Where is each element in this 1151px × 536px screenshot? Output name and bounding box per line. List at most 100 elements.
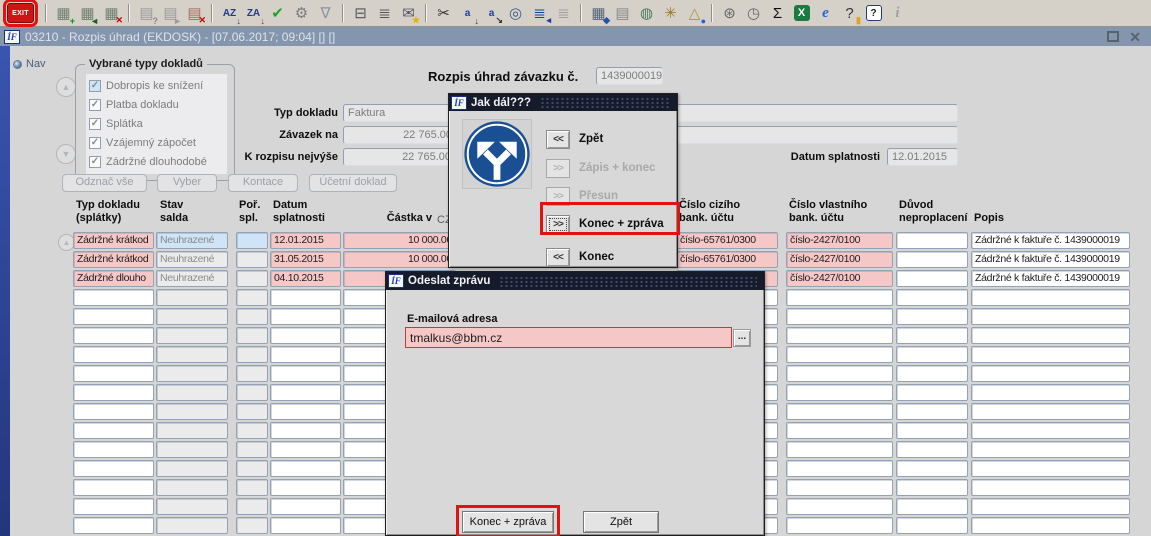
table-cell-typ[interactable] bbox=[73, 289, 154, 306]
table-cell-datum[interactable] bbox=[270, 384, 341, 401]
table-cell-por[interactable] bbox=[236, 498, 268, 515]
table-cell-stav[interactable] bbox=[156, 498, 228, 515]
table-cell-datum[interactable] bbox=[270, 479, 341, 496]
table-cell-popis[interactable] bbox=[971, 365, 1130, 382]
table-cell-stav[interactable] bbox=[156, 517, 228, 534]
table-cell-duvod[interactable] bbox=[896, 289, 968, 306]
delete-card-icon[interactable]: ▤✕ bbox=[184, 2, 205, 24]
table-cell-vlastni[interactable]: číslo-2427/0100 bbox=[786, 251, 893, 268]
table-cell-duvod[interactable] bbox=[896, 498, 968, 515]
table-cell-popis[interactable] bbox=[971, 498, 1130, 515]
table-cell-stav[interactable]: Neuhrazené bbox=[156, 270, 228, 287]
sort-asc-icon[interactable]: AZ↓ bbox=[219, 2, 240, 24]
table-cell-popis[interactable]: Zádržné k faktuře č. 1439000019 bbox=[971, 270, 1130, 287]
table-cell-typ[interactable]: Zádržné krátkod bbox=[73, 232, 154, 249]
table-cell-vlastni[interactable]: číslo-2427/0100 bbox=[786, 232, 893, 249]
help-context-icon[interactable]: ?▮ bbox=[839, 2, 860, 24]
table-cell-stav[interactable] bbox=[156, 403, 228, 420]
table-cell-por[interactable] bbox=[236, 327, 268, 344]
table-cell-duvod[interactable] bbox=[896, 270, 968, 287]
table-cell-datum[interactable]: 31.05.2015 bbox=[270, 251, 341, 268]
edit-record-icon[interactable]: ▦◄ bbox=[77, 2, 98, 24]
table-cell-stav[interactable]: Neuhrazené bbox=[156, 251, 228, 268]
action-button-vyber[interactable]: Vyber bbox=[157, 174, 217, 192]
dialog-button-konec-zpr-va[interactable]: >>Konec + zpráva bbox=[546, 214, 664, 234]
find-icon[interactable]: ◎ bbox=[505, 2, 526, 24]
table-cell-por[interactable] bbox=[236, 479, 268, 496]
table-cell-popis[interactable] bbox=[971, 403, 1130, 420]
zpet-button[interactable]: Zpět bbox=[583, 511, 659, 533]
scroll-up-icon[interactable]: ▲ bbox=[56, 77, 76, 97]
table-cell-duvod[interactable] bbox=[896, 441, 968, 458]
table-cell-castka[interactable]: 10 000.00 bbox=[343, 232, 456, 249]
outline-list-icon[interactable]: ≣◂ bbox=[529, 2, 550, 24]
table-cell-typ[interactable] bbox=[73, 327, 154, 344]
table-cell-datum[interactable] bbox=[270, 403, 341, 420]
table-cell-datum[interactable] bbox=[270, 422, 341, 439]
helm-wheel-icon[interactable]: ✳ bbox=[660, 2, 681, 24]
table-cell-popis[interactable]: Zádržné k faktuře č. 1439000019 bbox=[971, 232, 1130, 249]
close-icon[interactable]: ✕ bbox=[1129, 31, 1141, 43]
k-rozpisu-field[interactable]: 22 765.00 bbox=[343, 148, 456, 166]
table-cell-stav[interactable] bbox=[156, 384, 228, 401]
table-cell-typ[interactable]: Zádržné dlouho bbox=[73, 270, 154, 287]
dialog-button-zp-t[interactable]: <<Zpět bbox=[546, 129, 603, 149]
table-cell-duvod[interactable] bbox=[896, 460, 968, 477]
table-cell-datum[interactable] bbox=[270, 327, 341, 344]
table-cell-popis[interactable] bbox=[971, 384, 1130, 401]
table-cell-por[interactable] bbox=[236, 270, 268, 287]
action-button-kontace[interactable]: Kontace bbox=[228, 174, 298, 192]
print-all-icon[interactable]: ≣ bbox=[374, 2, 395, 24]
table-cell-typ[interactable] bbox=[73, 422, 154, 439]
table-cell-datum[interactable] bbox=[270, 289, 341, 306]
doc-number-field[interactable]: 1439000019 bbox=[596, 67, 663, 85]
table-cell-cizi[interactable]: číslo-65761/0300 bbox=[676, 232, 778, 249]
table-cell-por[interactable] bbox=[236, 441, 268, 458]
checkbox-checked-icon[interactable]: ✓ bbox=[89, 156, 101, 168]
table-cell-typ[interactable] bbox=[73, 365, 154, 382]
table-cell-vlastni[interactable] bbox=[786, 479, 893, 496]
table-cell-datum[interactable] bbox=[270, 460, 341, 477]
table-cell-duvod[interactable] bbox=[896, 327, 968, 344]
konec-zprava-button[interactable]: Konec + zpráva bbox=[462, 511, 554, 533]
table-cell-vlastni[interactable] bbox=[786, 327, 893, 344]
jak-dal-titlebar[interactable]: ÍF Jak dál??? bbox=[449, 94, 677, 111]
table-cell-stav[interactable] bbox=[156, 479, 228, 496]
print-icon[interactable]: ⊟ bbox=[350, 2, 371, 24]
time-calc-icon[interactable]: ◷ bbox=[743, 2, 764, 24]
cut-icon[interactable]: ✂ bbox=[433, 2, 454, 24]
table-cell-stav[interactable] bbox=[156, 308, 228, 325]
table-cell-vlastni[interactable] bbox=[786, 403, 893, 420]
help-box-icon[interactable]: ? bbox=[863, 2, 884, 24]
table-cell-typ[interactable] bbox=[73, 498, 154, 515]
table-cell-por[interactable] bbox=[236, 403, 268, 420]
table-cell-datum[interactable] bbox=[270, 365, 341, 382]
tree-view-icon[interactable]: ≣ bbox=[553, 2, 574, 24]
action-button-odzna-v-e[interactable]: Odznač vše bbox=[62, 174, 147, 192]
table-cell-datum[interactable] bbox=[270, 308, 341, 325]
table-cell-duvod[interactable] bbox=[896, 403, 968, 420]
table-cell-por[interactable] bbox=[236, 346, 268, 363]
datum-splatnosti-field[interactable]: 12.01.2015 bbox=[887, 148, 958, 166]
dialog-button-konec[interactable]: <<Konec bbox=[546, 247, 614, 267]
checkbox-checked-icon[interactable]: ✓ bbox=[89, 137, 101, 149]
table-cell-typ[interactable] bbox=[73, 517, 154, 534]
table-cell-por[interactable] bbox=[236, 289, 268, 306]
table-cell-stav[interactable] bbox=[156, 346, 228, 363]
table-cell-datum[interactable] bbox=[270, 498, 341, 515]
table-cell-cizi[interactable]: číslo-65761/0300 bbox=[676, 251, 778, 268]
filter-funnel-icon[interactable]: ∇ bbox=[315, 2, 336, 24]
paste-text-icon[interactable]: a↘ bbox=[481, 2, 502, 24]
table-cell-typ[interactable]: Zádržné krátkod bbox=[73, 251, 154, 268]
preview-person-icon[interactable]: ⊛ bbox=[719, 2, 740, 24]
table-cell-castka[interactable]: 10 000.00 bbox=[343, 251, 456, 268]
table-cell-typ[interactable] bbox=[73, 308, 154, 325]
table-cell-stav[interactable] bbox=[156, 327, 228, 344]
table-cell-vlastni[interactable] bbox=[786, 441, 893, 458]
table-cell-stav[interactable] bbox=[156, 422, 228, 439]
table-cell-vlastni[interactable]: číslo-2427/0100 bbox=[786, 270, 893, 287]
send-mail-icon[interactable]: ✉★ bbox=[398, 2, 419, 24]
table-cell-popis[interactable] bbox=[971, 308, 1130, 325]
excel-export-icon[interactable]: X bbox=[791, 2, 812, 24]
table-cell-popis[interactable] bbox=[971, 289, 1130, 306]
